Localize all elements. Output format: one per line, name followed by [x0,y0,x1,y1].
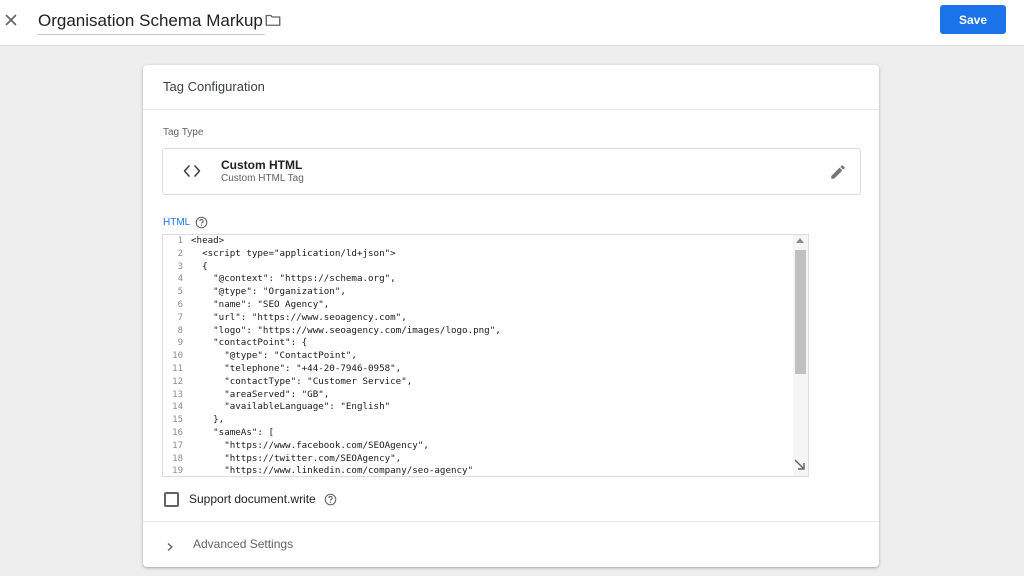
line-number: 3 [177,261,183,272]
code-line: "availableLanguage": "English" [191,401,391,413]
line-number-gutter: 1 2 3 4 5 6 7 8 9 10 11 12 13 14 15 16 17 18 19 [163,235,185,477]
line-number: 1 [177,236,183,246]
line-number: 11 [172,363,183,374]
save-button[interactable]: Save [940,5,1006,34]
html-code-editor[interactable]: 1 2 3 4 5 6 7 8 9 10 11 12 13 14 15 16 17 18 19 <head> <sc… [162,234,809,477]
chevron-right-icon [165,539,175,552]
advanced-settings-toggle[interactable]: Advanced Settings [165,535,293,553]
tag-configuration-card: Tag Configuration Tag Type Custom HTML C… [143,65,879,567]
code-line: "logo": "https://www.seoagency.com/image… [191,324,501,336]
advanced-settings-label: Advanced Settings [193,537,294,551]
help-circle-icon[interactable] [195,216,208,229]
line-number: 10 [172,351,183,362]
line-number: 17 [172,440,183,451]
code-line: "https://www.facebook.com/SEOAgency", [191,439,429,451]
line-number: 2 [177,248,183,259]
code-area[interactable]: <head> <script type="application/ld+json… [191,235,791,477]
code-line: "contactPoint": { [191,337,308,349]
code-line: <script type="application/ld+json"> [191,247,396,259]
card-title: Tag Configuration [163,79,265,94]
code-line: <head> [191,235,225,246]
code-line: "url": "https://www.seoagency.com", [191,311,407,323]
code-line: "contactType": "Customer Service", [191,375,413,387]
scroll-thumb[interactable] [795,250,806,374]
tag-type-name: Custom HTML [221,158,303,172]
line-number: 13 [172,389,183,400]
code-line: "@type": "ContactPoint", [191,350,357,362]
help-circle-icon[interactable] [324,493,337,506]
top-bar: Organisation Schema Markup Save [0,0,1024,46]
line-number: 12 [172,376,183,387]
line-number: 15 [172,415,183,426]
folder-icon[interactable] [264,11,282,29]
code-brackets-icon [183,163,201,179]
card-header: Tag Configuration [143,65,879,110]
line-number: 9 [177,338,183,349]
line-number: 6 [177,299,183,310]
code-line: }, [191,414,225,426]
code-line: "name": "SEO Agency", [191,298,330,310]
line-number: 19 [172,466,183,477]
tag-type-label: Tag Type [163,127,204,138]
support-document-write-checkbox[interactable] [164,491,179,507]
resize-handle-icon[interactable] [793,458,807,472]
tag-type-selector[interactable]: Custom HTML Custom HTML Tag [162,148,861,195]
line-number: 8 [177,325,183,336]
code-line: "@context": "https://schema.org", [191,273,396,285]
line-number: 18 [172,453,183,464]
code-line: "@type": "Organization", [191,286,346,298]
code-line: "areaServed": "GB", [191,388,330,400]
support-document-write-option[interactable]: Support document.write [164,490,337,508]
pencil-icon[interactable] [829,163,847,181]
divider [143,521,879,522]
code-line: "https://twitter.com/SEOAgency", [191,452,402,464]
code-line: "sameAs": [ [191,426,274,438]
code-line: { [191,260,208,272]
scroll-up-arrow-icon[interactable] [796,238,804,243]
editor-scrollbar[interactable] [793,235,808,476]
tag-name-field[interactable]: Organisation Schema Markup [38,9,265,35]
support-document-write-label: Support document.write [189,492,316,506]
line-number: 5 [177,287,183,298]
line-number: 14 [172,402,183,413]
code-line: "https://www.linkedin.com/company/seo-ag… [191,465,474,477]
html-label: HTML [163,217,191,228]
line-number: 7 [177,312,183,323]
close-icon[interactable] [2,9,20,31]
line-number: 16 [172,427,183,438]
code-line: "telephone": "+44-20-7946-0958", [191,362,402,374]
tag-type-description: Custom HTML Tag [221,173,304,184]
line-number: 4 [177,274,183,285]
